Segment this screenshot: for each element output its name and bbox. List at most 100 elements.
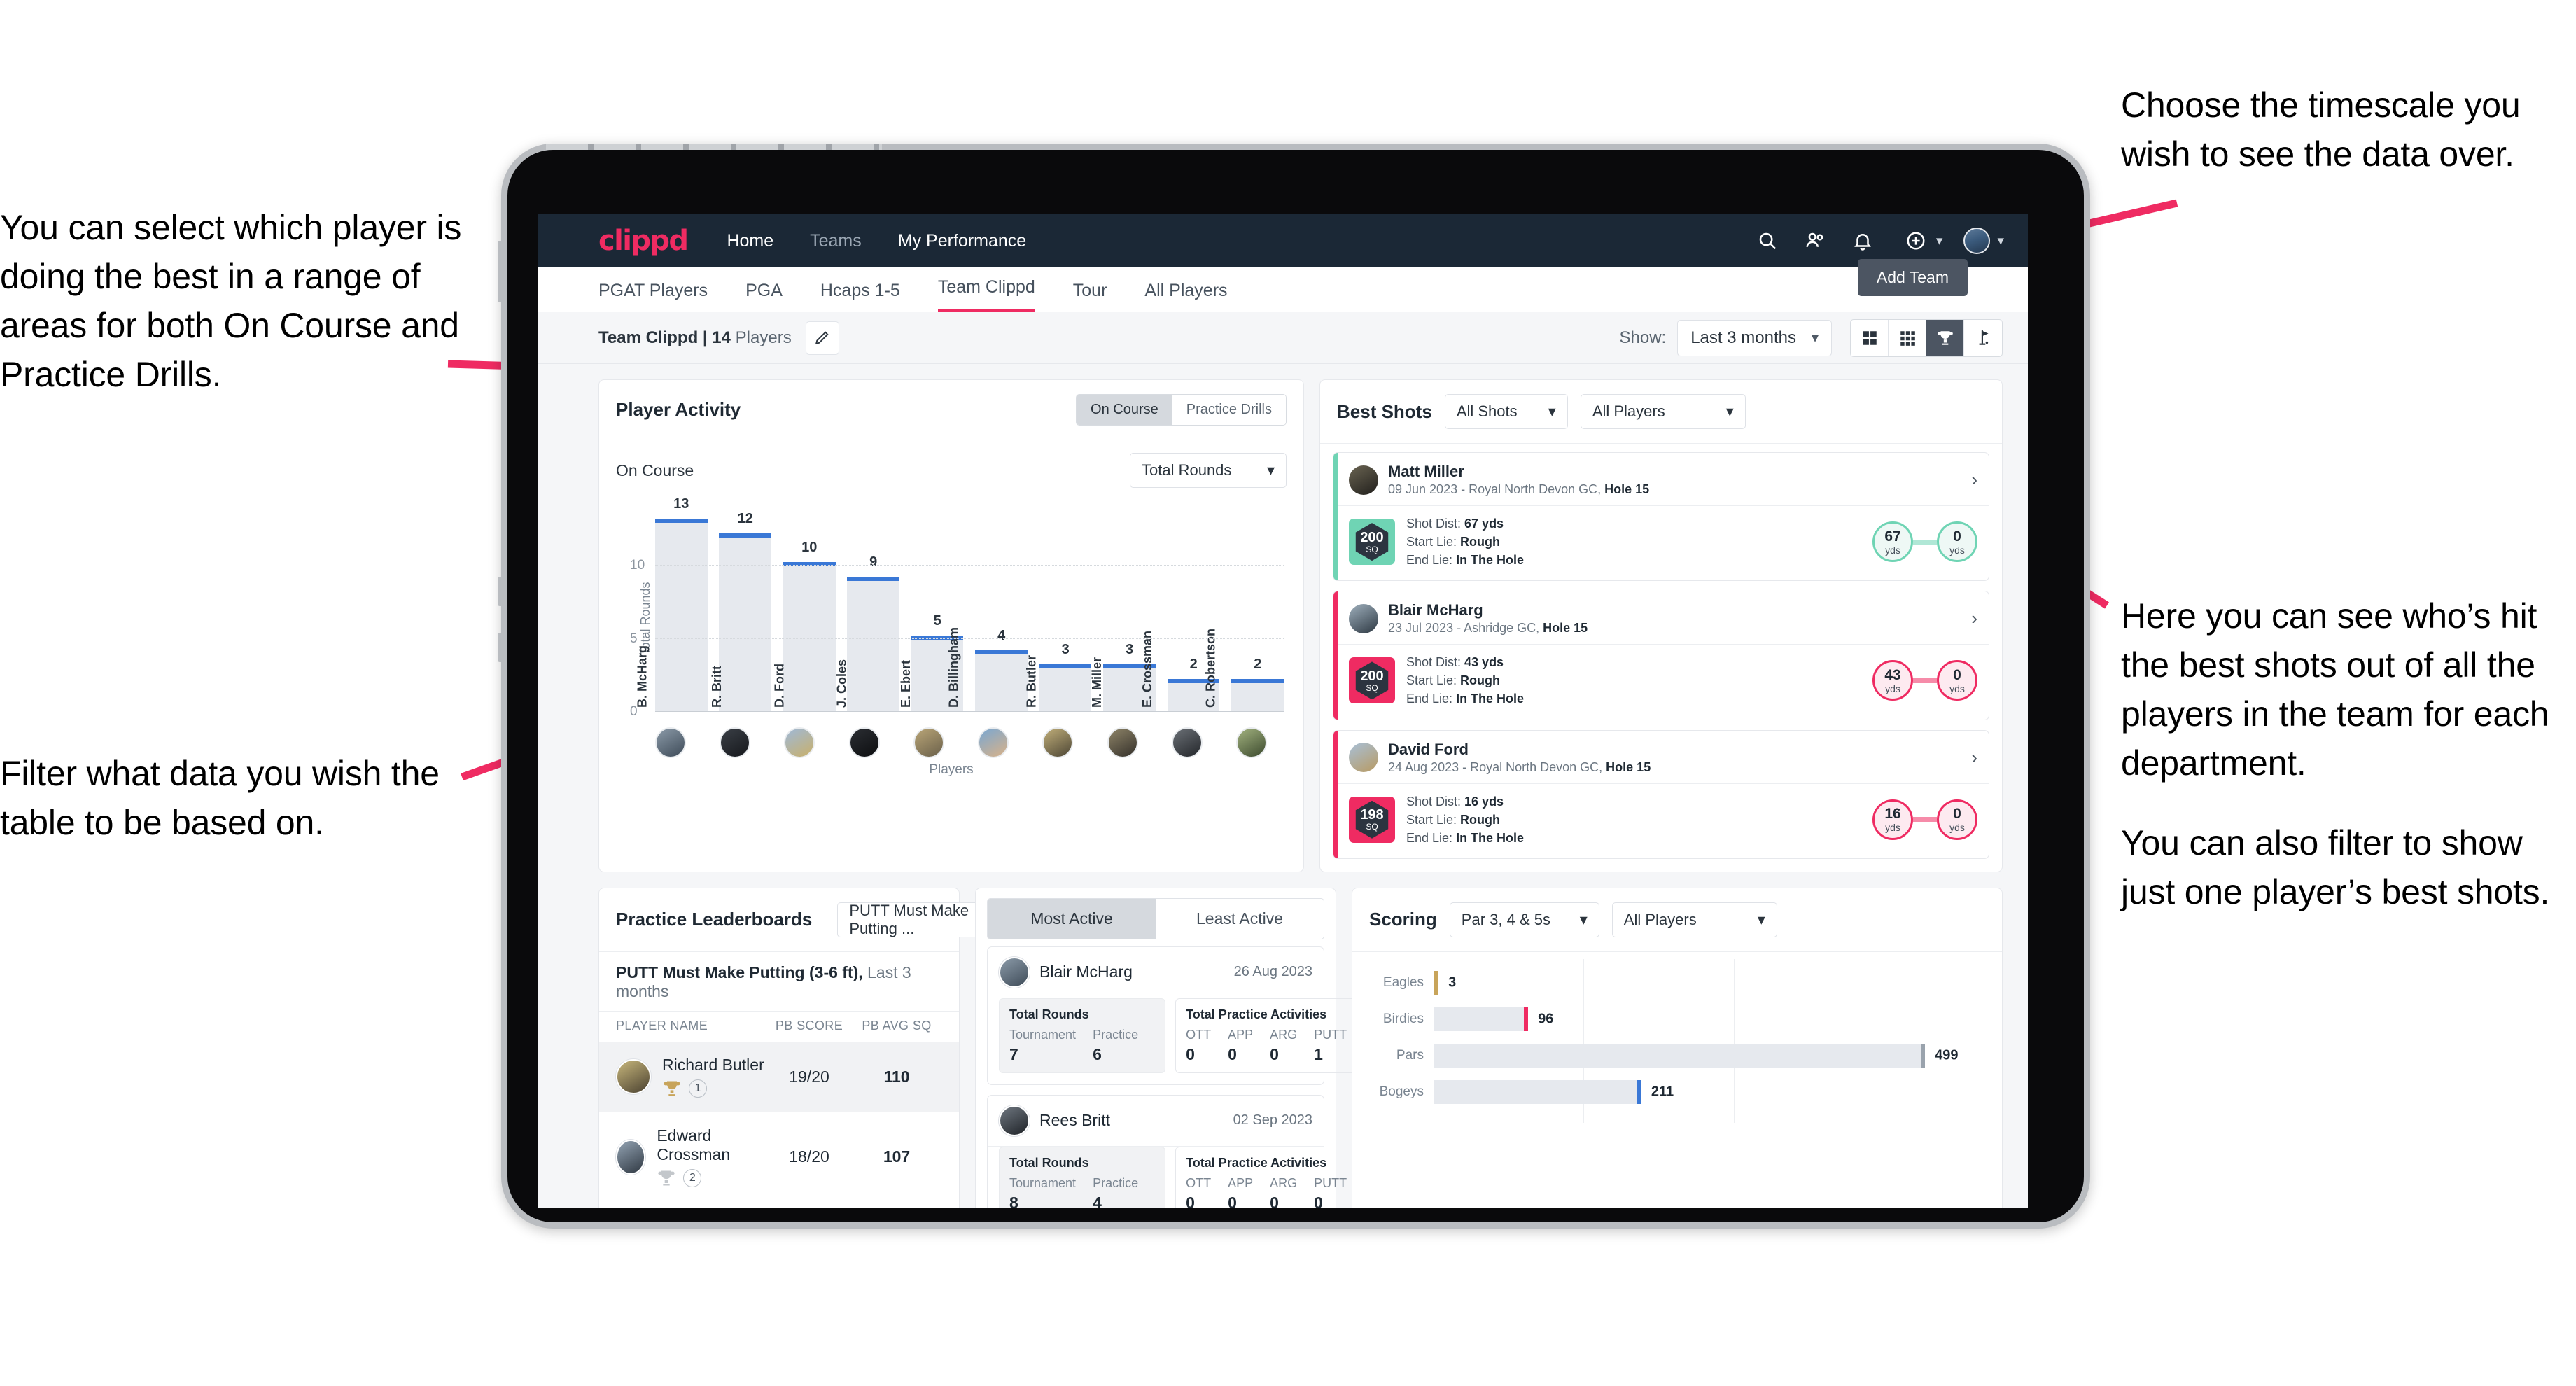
bell-icon[interactable]: [1847, 225, 1879, 257]
tab-hcaps-1-5[interactable]: Hcaps 1-5: [820, 281, 900, 312]
avatar[interactable]: [1171, 727, 1203, 758]
tab-least-active[interactable]: Least Active: [1156, 898, 1324, 939]
practice-column-header: OTT: [1186, 1175, 1212, 1190]
start-lie-line: Start Lie: Rough: [1406, 673, 1501, 688]
scoring-bar-row[interactable]: Birdies 96: [1369, 1001, 1985, 1037]
activity-player-card[interactable]: Rees Britt 02 Sep 2023 Total Rounds Tournam…: [987, 1094, 1375, 1208]
tab-pgat-players[interactable]: PGAT Players: [598, 281, 708, 312]
scoring-bar-value: 3: [1448, 974, 1457, 990]
tablet-volume-up-button: [498, 577, 503, 606]
gauge-start: 67 yds: [1872, 522, 1913, 563]
chevron-down-icon-avatar[interactable]: ▾: [1997, 233, 2004, 249]
best-shot-card[interactable]: Blair McHarg 23 Jul 2023 - Ashridge GC, H…: [1333, 591, 1989, 720]
avatar[interactable]: [784, 727, 816, 758]
scoring-bar-track: 3: [1434, 965, 1985, 1001]
add-team-button[interactable]: Add Team: [1857, 259, 1968, 296]
annotation-left-bottom-text: Filter what data you wish the table to b…: [0, 754, 440, 842]
gauge-start-value: 67: [1884, 528, 1901, 545]
chevron-down-icon-plus[interactable]: ▾: [1936, 233, 1943, 249]
scoring-player-filter[interactable]: All Players ▾: [1611, 902, 1777, 937]
leaderboard-pb-avg-sq: 107: [883, 1147, 911, 1166]
best-shots-player-filter[interactable]: All Players ▾: [1580, 394, 1746, 429]
chart-bar-group[interactable]: 2 C. Robertson: [1203, 507, 1284, 712]
chart-bar: [783, 562, 836, 712]
tab-most-active[interactable]: Most Active: [988, 898, 1156, 939]
tab-team-clippd[interactable]: Team Clippd: [937, 277, 1035, 312]
tab-tour[interactable]: Tour: [1073, 281, 1107, 312]
player-activity-header: Player Activity On Course Practice Drill…: [599, 380, 1303, 440]
shot-distance-gauge: 67 yds 0 yds: [1872, 522, 1977, 563]
nav-link-my-performance[interactable]: My Performance: [898, 231, 1026, 251]
avatar[interactable]: [1236, 727, 1267, 758]
chevron-down-icon: ▾: [1757, 910, 1765, 928]
toggle-on-course[interactable]: On Course: [1077, 395, 1172, 425]
chart-bar-group[interactable]: 13 B. McHarg: [636, 496, 708, 712]
avatar[interactable]: [1107, 727, 1138, 758]
metric-select[interactable]: Total Rounds ▾: [1130, 453, 1287, 488]
gauge-start: 16 yds: [1872, 799, 1913, 840]
practice-value: 0: [1186, 1044, 1195, 1063]
toggle-practice-drills[interactable]: Practice Drills: [1172, 395, 1286, 425]
scoring-par-filter[interactable]: Par 3, 4 & 5s ▾: [1449, 902, 1600, 937]
avatar[interactable]: [1961, 225, 1993, 257]
avatar[interactable]: [978, 727, 1009, 758]
chart-bar-group[interactable]: 12 R. Britt: [710, 507, 772, 712]
chevron-right-icon[interactable]: ›: [1971, 608, 1977, 629]
avatar: [999, 1105, 1030, 1136]
grid-4-icon[interactable]: [1851, 319, 1889, 356]
avatar[interactable]: [1042, 727, 1074, 758]
table-row[interactable]: Edward Crossman 2 18/20 107: [599, 1112, 959, 1202]
chevron-down-icon: ▾: [1811, 330, 1819, 346]
chart-gridline: [655, 638, 1284, 639]
scoring-bar-tip: [1524, 1007, 1529, 1031]
chart-bar-group[interactable]: 9 J. Coles: [834, 507, 899, 712]
drill-title: PUTT Must Make Putting (3-6 ft),: [616, 962, 863, 981]
avatar[interactable]: [655, 727, 686, 758]
scoring-bar-row[interactable]: Pars 499: [1369, 1037, 1985, 1074]
column-pb-avg-sq: PB AVG SQ: [862, 1018, 932, 1032]
nav-link-home[interactable]: Home: [727, 231, 774, 251]
nav-link-teams[interactable]: Teams: [810, 231, 862, 251]
scoring-bar-row[interactable]: Bogeys 211: [1369, 1074, 1985, 1110]
avatar[interactable]: [720, 727, 751, 758]
search-icon[interactable]: [1751, 225, 1784, 257]
activity-player-name: Blair McHarg: [1040, 962, 1133, 981]
chevron-down-icon: ▾: [1579, 910, 1588, 928]
rounds-column-header: Practice: [1093, 1175, 1139, 1190]
chart-bar-group[interactable]: 3 R. Butler: [1025, 507, 1092, 712]
activity-player-card[interactable]: Blair McHarg 26 Aug 2023 Total Rounds Tourn…: [987, 946, 1375, 1085]
start-lie-line: Start Lie: Rough: [1406, 535, 1501, 550]
timescale-value: Last 3 months: [1690, 328, 1796, 347]
gauge-connector: [1913, 539, 1937, 545]
timescale-select[interactable]: Last 3 months ▾: [1677, 319, 1832, 356]
pencil-icon[interactable]: [805, 321, 839, 355]
tab-all-players[interactable]: All Players: [1144, 281, 1227, 312]
table-row[interactable]: Richard Butler 1 19/20 110: [599, 1041, 959, 1112]
team-name: Team Clippd: [598, 328, 699, 347]
end-lie-line: End Lie: In The Hole: [1406, 692, 1525, 706]
plus-circle-icon[interactable]: [1900, 225, 1932, 257]
rounds-column-header: Tournament: [1009, 1175, 1077, 1190]
scoring-bar-row[interactable]: Eagles 3: [1369, 965, 1985, 1001]
chart-y-axis-label: Total Rounds: [638, 582, 653, 656]
chart-bar-group[interactable]: 10 D. Ford: [773, 507, 836, 712]
gauge-end-value: 0: [1953, 666, 1961, 683]
chevron-right-icon[interactable]: ›: [1971, 469, 1977, 491]
clippd-logo[interactable]: clippd: [598, 225, 689, 257]
flag-icon[interactable]: [1964, 320, 2002, 356]
people-icon[interactable]: [1799, 225, 1831, 257]
best-shots-shot-filter[interactable]: All Shots ▾: [1444, 394, 1568, 429]
chevron-right-icon[interactable]: ›: [1971, 747, 1977, 769]
avatar[interactable]: [848, 727, 880, 758]
end-lie-line: End Lie: In The Hole: [1406, 553, 1525, 568]
avatar: [1349, 743, 1378, 773]
grid-9-icon[interactable]: [1889, 319, 1926, 356]
best-shot-body: 200 SQ Shot Dist: 43 yds Start Lie: Rough En…: [1334, 644, 1989, 719]
chart-bar-group[interactable]: 4 D. Billingham: [946, 507, 1028, 712]
trophy-icon[interactable]: [1926, 319, 1964, 356]
best-shot-card[interactable]: David Ford 24 Aug 2023 - Royal North Devo…: [1333, 729, 1989, 859]
tab-pga[interactable]: PGA: [746, 281, 783, 312]
scoring-card: Scoring Par 3, 4 & 5s ▾ All Players ▾ Ea…: [1352, 887, 2003, 1208]
best-shot-card[interactable]: Matt Miller 09 Jun 2023 - Royal North Dev…: [1333, 452, 1989, 582]
avatar[interactable]: [913, 727, 944, 758]
